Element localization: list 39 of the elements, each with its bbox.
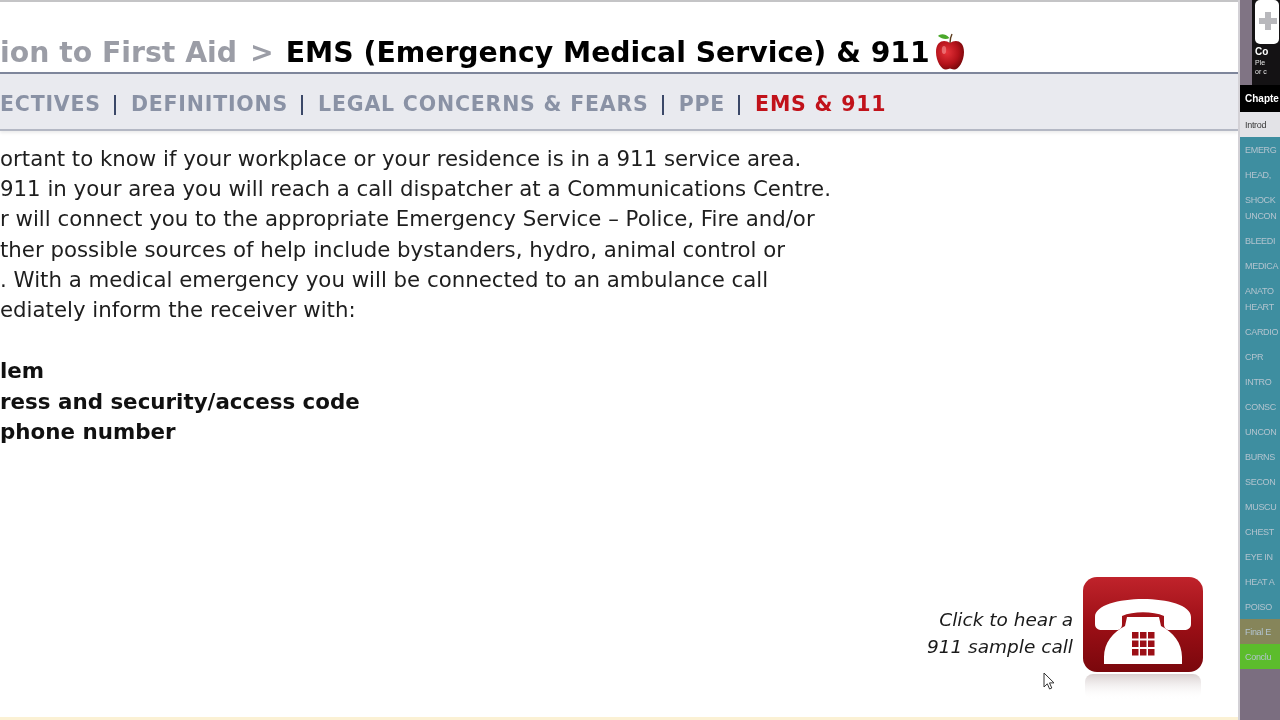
- body-paragraph: ortant to know if your workplace or your residence is in a 911 service area. 911 in your area you will reach a call dispatcher at a Communications Centre. r will connect you to the appropriate Emergency Service – Police, Fire and/or ther possible sources of help include bystanders, hydro, animal control or . With a medical emergency you will be connected to an ambulance call ediately inform the receiver with:: [0, 145, 832, 324]
- sidebar-item[interactable]: MUSCU: [1240, 494, 1280, 519]
- sidebar-item[interactable]: BURNS: [1240, 444, 1280, 469]
- info-item: phone number: [0, 418, 177, 447]
- sidebar-item[interactable]: SHOCK UNCON: [1240, 187, 1280, 228]
- page-title: EMS (Emergency Medical Service) & 911: [285, 35, 930, 69]
- sidebar-item[interactable]: Final E: [1240, 619, 1280, 644]
- sidebar-item[interactable]: UNCON: [1240, 419, 1280, 444]
- nav-tab[interactable]: DEFINITIONS: [130, 91, 289, 117]
- sidebar-item[interactable]: CHEST: [1240, 519, 1280, 544]
- nav-tab[interactable]: PPE: [678, 91, 726, 117]
- breadcrumb-separator: >: [250, 35, 274, 69]
- sidebar-item[interactable]: POISO: [1240, 594, 1280, 619]
- nav-tab[interactable]: ECTIVES: [0, 91, 101, 117]
- sidebar-item[interactable]: INTRO: [1240, 369, 1280, 394]
- sidebar-item[interactable]: CONSC: [1240, 394, 1280, 419]
- sidebar-item[interactable]: SECON: [1240, 469, 1280, 494]
- pointer-cursor-icon: [1043, 672, 1055, 690]
- sample-call-caption: Click to hear a 911 sample call: [925, 608, 1073, 659]
- apple-icon: [934, 32, 965, 70]
- logo-title: Co: [1255, 46, 1270, 58]
- sidebar-item[interactable]: MEDICA: [1240, 253, 1280, 278]
- breadcrumb-link[interactable]: ion to First Aid: [0, 35, 237, 69]
- nav-tab[interactable]: LEGAL CONCERNS & FEARS: [318, 91, 649, 117]
- sidebar-item[interactable]: CARDIO: [1240, 319, 1280, 344]
- sidebar-item[interactable]: BLEEDI: [1240, 228, 1280, 253]
- cross-logo-icon: [1255, 0, 1279, 44]
- sidebar-header: Chapte: [1240, 85, 1280, 112]
- info-item: lem: [0, 357, 46, 386]
- sidebar-item[interactable]: EMERG: [1240, 137, 1280, 162]
- sidebar-item[interactable]: CPR: [1240, 344, 1280, 369]
- sidebar-item[interactable]: HEAD,: [1240, 162, 1280, 187]
- sidebar-item[interactable]: Conclu: [1240, 644, 1280, 669]
- sidebar-item[interactable]: ANATO HEART: [1240, 278, 1280, 319]
- sidebar-item[interactable]: EYE IN: [1240, 544, 1280, 569]
- nav-tab[interactable]: EMS & 911: [755, 91, 887, 117]
- info-item: ress and security/access code: [0, 387, 361, 416]
- sidebar-item[interactable]: Introd: [1240, 112, 1280, 137]
- sidebar-item[interactable]: HEAT A: [1240, 569, 1280, 594]
